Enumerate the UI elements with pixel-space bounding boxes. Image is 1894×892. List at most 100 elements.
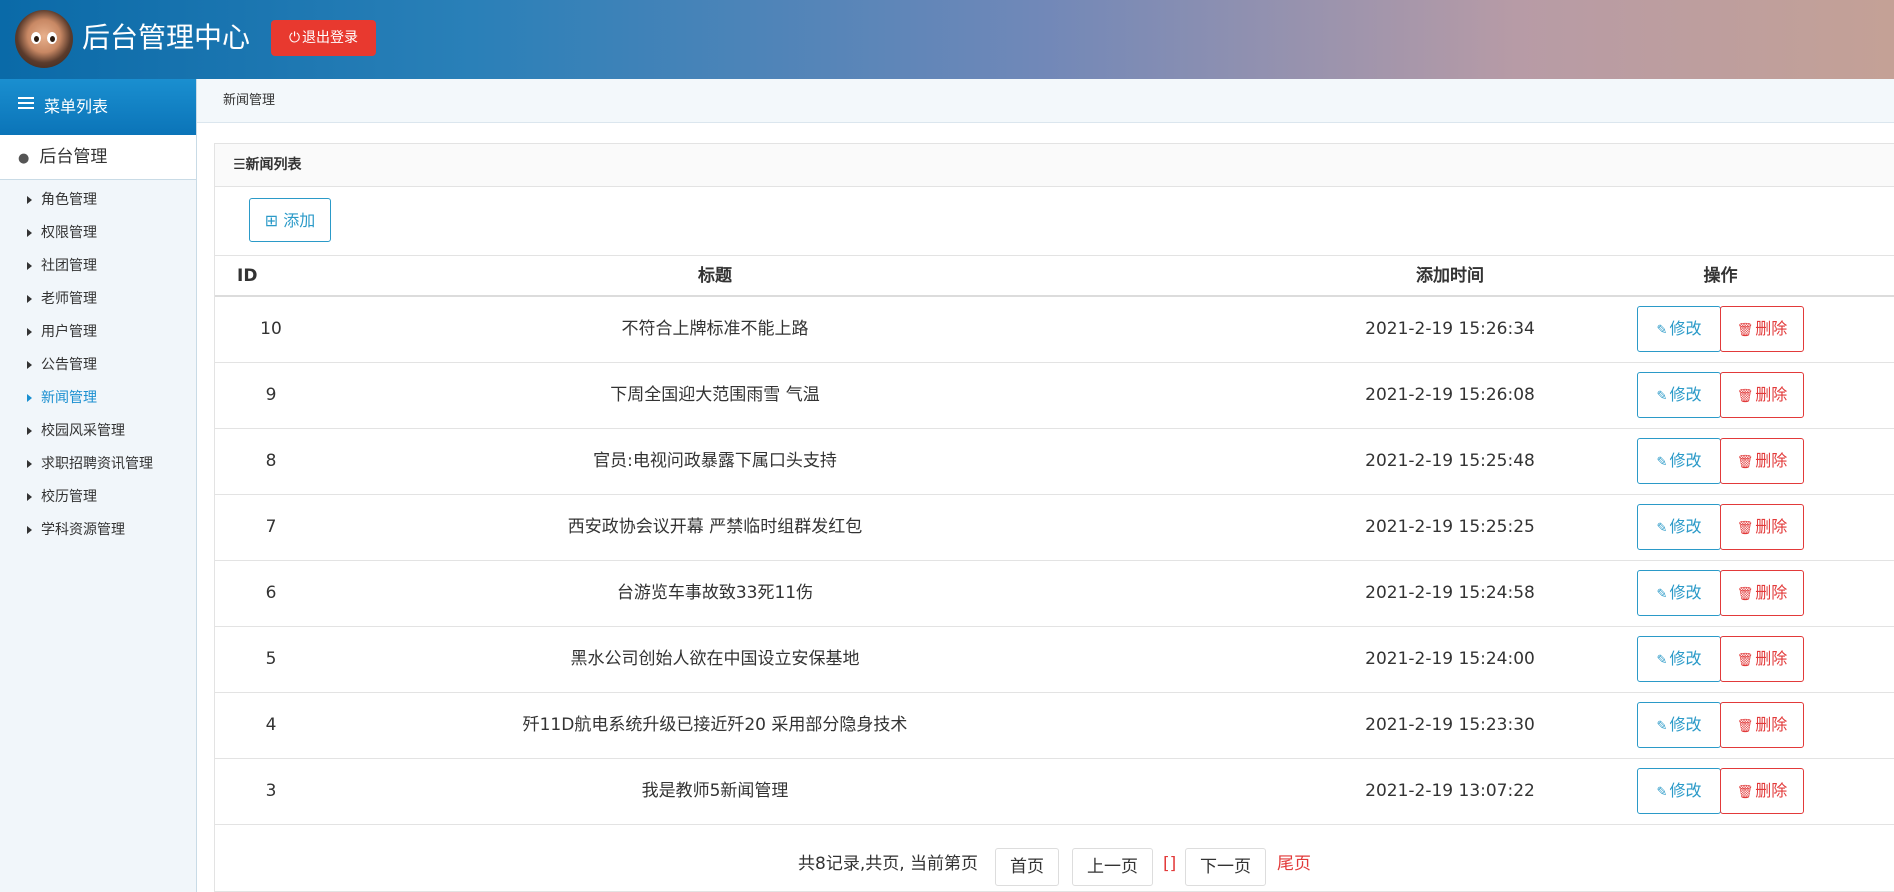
sidebar-item-label: 公告管理 (41, 357, 97, 373)
table-row: 7 西安政协会议开幕 严禁临时组群发红包 2021-2-19 15:25:25 … (215, 495, 1894, 561)
news-table: ID 标题 添加时间 操作 10 不符合上牌标准不能上路 2021-2-19 1… (215, 255, 1894, 825)
sidebar-item-label: 新闻管理 (41, 390, 97, 406)
row-id: 7 (265, 517, 277, 537)
delete-label: 删除 (1755, 451, 1788, 470)
delete-button[interactable]: 🗑 删除 (1720, 570, 1804, 616)
edit-button[interactable]: ✎ 修改 (1637, 570, 1721, 616)
row-title: 西安政协会议开幕 严禁临时组群发红包 (567, 517, 863, 537)
edit-button[interactable]: ✎ 修改 (1637, 306, 1721, 352)
app-title: 后台管理中心 (82, 21, 251, 54)
sidebar-item-club[interactable]: 社团管理 (0, 250, 196, 283)
row-time: 2021-2-19 13:07:22 (1365, 781, 1535, 801)
edit-icon: ✎ (1656, 323, 1668, 338)
caret-right-icon (27, 196, 32, 204)
row-id: 4 (265, 715, 277, 735)
add-button[interactable]: ⊞ 添加 (249, 198, 331, 242)
delete-button[interactable]: 🗑 删除 (1720, 438, 1804, 484)
trash-icon: 🗑 (1736, 587, 1754, 602)
delete-button[interactable]: 🗑 删除 (1720, 306, 1804, 352)
caret-right-icon (27, 526, 32, 534)
pagination: 共8记录,共页, 当前第页 首页 上一页 [] 下一页 尾页 (215, 844, 1894, 886)
trash-icon: 🗑 (1736, 653, 1754, 668)
caret-right-icon (27, 361, 32, 369)
edit-icon: ✎ (1656, 653, 1668, 668)
caret-right-icon (27, 427, 32, 435)
delete-label: 删除 (1755, 517, 1788, 536)
sidebar-section-admin[interactable]: ● 后台管理 (0, 135, 196, 180)
sidebar-item-user[interactable]: 用户管理 (0, 316, 196, 349)
delete-label: 删除 (1755, 319, 1788, 338)
row-id: 6 (265, 583, 277, 603)
row-id: 3 (265, 781, 277, 801)
sidebar-item-campus[interactable]: 校园风采管理 (0, 415, 196, 448)
edit-label: 修改 (1669, 517, 1702, 536)
row-title: 我是教师5新闻管理 (641, 781, 789, 801)
avatar-eye-left (31, 32, 41, 44)
delete-button[interactable]: 🗑 删除 (1720, 636, 1804, 682)
table-row: 6 台游览车事故致33死11伤 2021-2-19 15:24:58 ✎ 修改 🗑… (215, 561, 1894, 627)
sidebar-item-label: 求职招聘资讯管理 (41, 456, 153, 472)
edit-button[interactable]: ✎ 修改 (1637, 768, 1721, 814)
sidebar: 菜单列表 ● 后台管理 角色管理 权限管理 社团管理 老师管理 用户管理 公告管理… (0, 79, 197, 892)
table-row: 10 不符合上牌标准不能上路 2021-2-19 15:26:34 ✎ 修改 🗑 删… (215, 297, 1894, 363)
sidebar-item-label: 老师管理 (41, 291, 97, 307)
current-page-indicator: [] (1163, 854, 1177, 874)
edit-label: 修改 (1669, 319, 1702, 338)
sidebar-item-label: 权限管理 (41, 225, 97, 241)
sidebar-header: 菜单列表 (0, 79, 196, 135)
trash-icon: 🗑 (1736, 455, 1754, 470)
edit-icon: ✎ (1656, 719, 1668, 734)
column-header-time: 添加时间 (1416, 266, 1484, 286)
edit-button[interactable]: ✎ 修改 (1637, 372, 1721, 418)
caret-right-icon (27, 493, 32, 501)
row-time: 2021-2-19 15:24:00 (1365, 649, 1535, 669)
delete-button[interactable]: 🗑 删除 (1720, 372, 1804, 418)
news-list-panel: ☰新闻列表 ⊞ 添加 ID 标题 添加时间 操作 10 不符合上牌标准不能上路 … (214, 143, 1894, 892)
sidebar-item-news[interactable]: 新闻管理 (0, 382, 196, 415)
delete-button[interactable]: 🗑 删除 (1720, 702, 1804, 748)
next-page-button[interactable]: 下一页 (1185, 848, 1266, 886)
logout-button[interactable]: ⏻ 退出登录 (271, 20, 376, 56)
caret-right-icon (27, 394, 32, 402)
edit-label: 修改 (1669, 451, 1702, 470)
sidebar-item-label: 用户管理 (41, 324, 97, 340)
delete-label: 删除 (1755, 583, 1788, 602)
sidebar-menu: 角色管理 权限管理 社团管理 老师管理 用户管理 公告管理 新闻管理 校园风采管… (0, 180, 196, 547)
sidebar-item-role[interactable]: 角色管理 (0, 184, 196, 217)
delete-button[interactable]: 🗑 删除 (1720, 768, 1804, 814)
row-time: 2021-2-19 15:25:25 (1365, 517, 1535, 537)
trash-icon: 🗑 (1736, 785, 1754, 800)
edit-button[interactable]: ✎ 修改 (1637, 702, 1721, 748)
sidebar-item-notice[interactable]: 公告管理 (0, 349, 196, 382)
last-page-link[interactable]: 尾页 (1277, 844, 1311, 884)
sidebar-item-label: 角色管理 (41, 192, 97, 208)
sidebar-item-jobs[interactable]: 求职招聘资讯管理 (0, 448, 196, 481)
edit-button[interactable]: ✎ 修改 (1637, 504, 1721, 550)
sidebar-item-calendar[interactable]: 校历管理 (0, 481, 196, 514)
sidebar-section-label: 后台管理 (39, 147, 108, 167)
sidebar-item-resources[interactable]: 学科资源管理 (0, 514, 196, 547)
edit-label: 修改 (1669, 781, 1702, 800)
panel-heading: ☰新闻列表 (215, 144, 1894, 187)
sidebar-item-permission[interactable]: 权限管理 (0, 217, 196, 250)
table-row: 4 歼11D航电系统升级已接近歼20 采用部分隐身技术 2021-2-19 15… (215, 693, 1894, 759)
trash-icon: 🗑 (1736, 719, 1754, 734)
row-id: 8 (265, 451, 277, 471)
sidebar-item-teacher[interactable]: 老师管理 (0, 283, 196, 316)
delete-label: 删除 (1755, 385, 1788, 404)
row-title: 歼11D航电系统升级已接近歼20 采用部分隐身技术 (522, 715, 908, 735)
delete-button[interactable]: 🗑 删除 (1720, 504, 1804, 550)
edit-button[interactable]: ✎ 修改 (1637, 438, 1721, 484)
trash-icon: 🗑 (1736, 323, 1754, 338)
user-icon: ● (18, 151, 30, 166)
sidebar-item-label: 校园风采管理 (41, 423, 125, 439)
edit-button[interactable]: ✎ 修改 (1637, 636, 1721, 682)
first-page-button[interactable]: 首页 (995, 848, 1059, 886)
caret-right-icon (27, 262, 32, 270)
sidebar-item-label: 校历管理 (41, 489, 97, 505)
prev-page-button[interactable]: 上一页 (1072, 848, 1153, 886)
column-header-actions: 操作 (1703, 266, 1738, 286)
avatar (15, 10, 73, 68)
row-time: 2021-2-19 15:25:48 (1365, 451, 1535, 471)
row-time: 2021-2-19 15:26:34 (1365, 319, 1535, 339)
